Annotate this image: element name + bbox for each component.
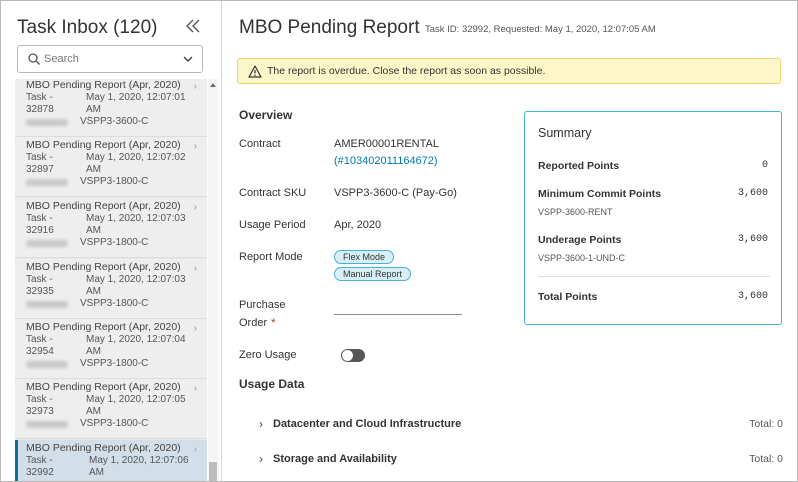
contract-sku-label: Contract SKU — [239, 187, 307, 199]
task-list: MBO Pending Report (Apr, 2020) › Task - … — [15, 79, 207, 481]
minimum-commit-value: 3,600 — [737, 188, 768, 199]
report-mode-label: Report Mode — [239, 251, 303, 263]
chevron-down-icon[interactable] — [182, 53, 194, 65]
redacted-customer-name — [26, 119, 68, 126]
task-list-scrollbar[interactable] — [208, 79, 219, 481]
task-list-item[interactable]: MBO Pending Report (Apr, 2020) › Task - … — [15, 79, 207, 137]
summary-title: Summary — [538, 126, 592, 140]
manual-report-badge: Manual Report — [334, 267, 412, 281]
redacted-customer-name — [26, 179, 68, 186]
contract-value: AMER00001RENTAL — [334, 138, 439, 150]
warning-icon — [248, 65, 262, 78]
zero-usage-toggle[interactable] — [341, 349, 365, 362]
overdue-alert: The report is overdue. Close the report … — [237, 58, 781, 84]
usage-period-label: Usage Period — [239, 219, 306, 231]
underage-points-value: 3,600 — [737, 234, 768, 245]
redacted-customer-name — [26, 421, 68, 428]
flex-mode-badge: Flex Mode — [334, 250, 395, 264]
chevron-right-icon: › — [259, 452, 263, 466]
chevron-right-icon: › — [259, 417, 263, 431]
chevron-right-icon: › — [193, 202, 197, 213]
task-list-item[interactable]: MBO Pending Report (Apr, 2020) › Task - … — [15, 198, 207, 258]
total-points-value: 3,600 — [737, 291, 768, 302]
scroll-up-arrow-icon[interactable] — [210, 83, 216, 87]
contract-sku-value: VSPP3-3600-C (Pay-Go) — [334, 187, 457, 199]
summary-card: Summary Reported Points 0 Minimum Commit… — [524, 111, 782, 325]
page-title: MBO Pending Report — [239, 17, 420, 38]
purchase-order-label: Order * — [239, 317, 276, 329]
chevron-right-icon: › — [193, 263, 197, 274]
task-list-item[interactable]: MBO Pending Report (Apr, 2020) › Task - … — [15, 319, 207, 379]
task-list-item[interactable]: MBO Pending Report (Apr, 2020) › Task - … — [15, 137, 207, 197]
scrollbar-thumb[interactable] — [209, 462, 217, 481]
underage-points-label: Underage Points — [538, 234, 622, 246]
search-input[interactable] — [44, 50, 174, 68]
search-box[interactable] — [17, 45, 203, 73]
accordion-datacenter[interactable]: › Datacenter and Cloud Infrastructure To… — [239, 408, 785, 442]
alert-message: The report is overdue. Close the report … — [267, 65, 546, 77]
minimum-commit-label: Minimum Commit Points — [538, 188, 662, 200]
sidebar-title: Task Inbox (120) — [17, 17, 158, 38]
minimum-commit-sku: VSPP-3600-RENT — [538, 207, 613, 217]
usage-data-heading: Usage Data — [239, 377, 305, 391]
total-points-label: Total Points — [538, 291, 598, 303]
reported-points-label: Reported Points — [538, 160, 620, 172]
underage-points-sku: VSPP-3600-1-UND-C — [538, 253, 626, 263]
purchase-order-input[interactable] — [334, 297, 462, 315]
search-icon — [28, 53, 40, 65]
app-window: Task Inbox (120) MBO Pending Report (Apr… — [0, 0, 798, 482]
double-chevron-left-icon[interactable] — [184, 17, 204, 37]
accordion-storage[interactable]: › Storage and Availability Total: 0 — [239, 443, 785, 477]
task-list-item-active[interactable]: MBO Pending Report (Apr, 2020) › Task - … — [15, 440, 207, 481]
toggle-knob — [342, 350, 353, 361]
task-meta: Task ID: 32992, Requested: May 1, 2020, … — [425, 24, 656, 35]
chevron-right-icon: › — [193, 81, 197, 92]
redacted-customer-name — [26, 240, 68, 247]
contract-link[interactable]: (#103402011164672) — [334, 155, 438, 167]
usage-period-value: Apr, 2020 — [334, 219, 382, 231]
chevron-right-icon: › — [193, 323, 197, 334]
redacted-customer-name — [26, 361, 68, 368]
zero-usage-label: Zero Usage — [239, 349, 297, 361]
summary-divider — [538, 276, 770, 277]
chevron-right-icon: › — [193, 141, 197, 152]
task-inbox-sidebar: Task Inbox (120) MBO Pending Report (Apr… — [1, 1, 222, 481]
report-main-panel: MBO Pending Report Task ID: 32992, Reque… — [223, 1, 797, 481]
task-list-item[interactable]: MBO Pending Report (Apr, 2020) › Task - … — [15, 259, 207, 319]
chevron-right-icon: › — [193, 383, 197, 394]
reported-points-value: 0 — [761, 160, 768, 171]
required-marker: * — [271, 317, 276, 329]
redacted-customer-name — [26, 301, 68, 308]
chevron-right-icon: › — [193, 444, 197, 455]
task-list-item[interactable]: MBO Pending Report (Apr, 2020) › Task - … — [15, 379, 207, 439]
purchase-order-label-line1: Purchase — [239, 299, 286, 311]
overview-heading: Overview — [239, 108, 293, 122]
contract-label: Contract — [239, 138, 281, 150]
